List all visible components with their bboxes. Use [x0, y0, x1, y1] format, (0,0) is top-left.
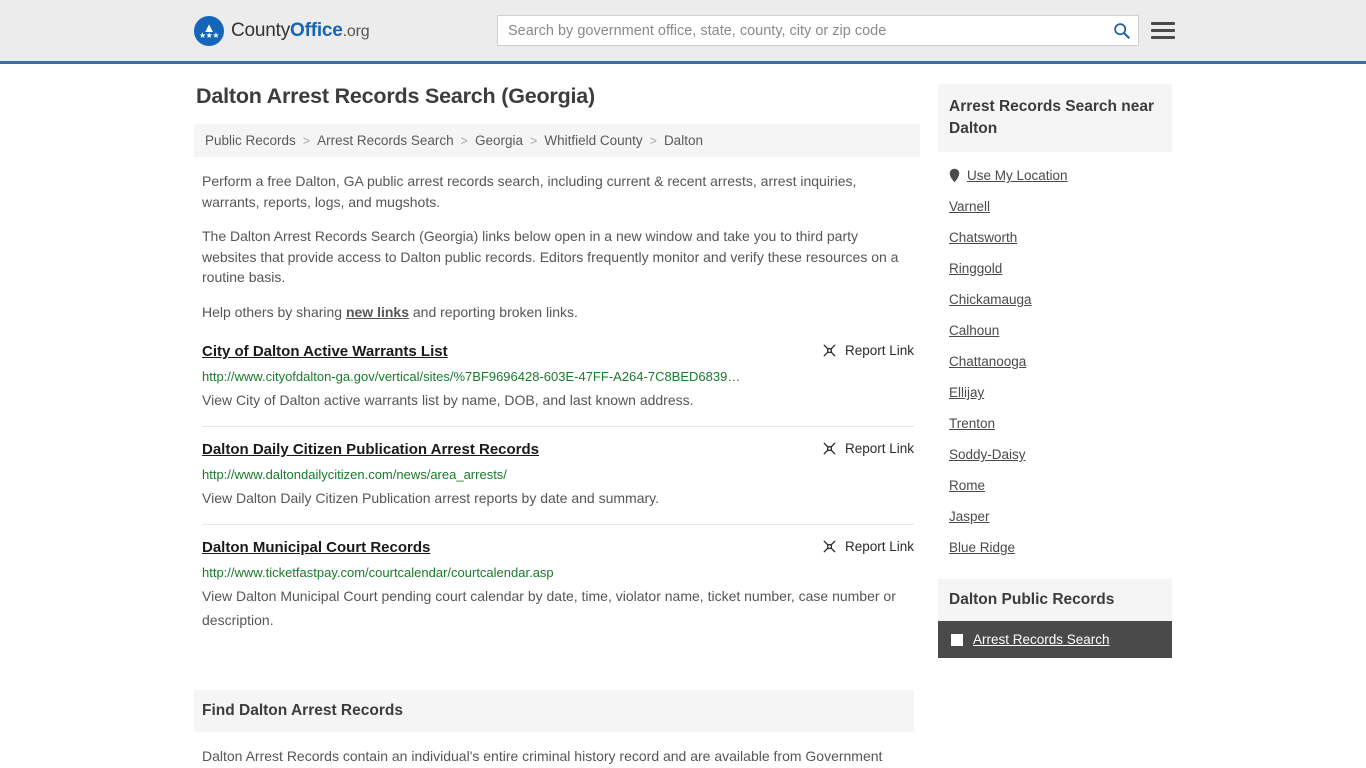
- nearby-city-item[interactable]: Ellijay: [949, 377, 1172, 408]
- sidebar-item-arrest-records-search[interactable]: Arrest Records Search: [938, 621, 1172, 658]
- result-header: Dalton Municipal Court Records Report Li…: [202, 538, 914, 558]
- breadcrumb-item-georgia[interactable]: Georgia: [472, 133, 526, 148]
- report-link-button[interactable]: Report Link: [822, 440, 914, 456]
- search-bar: [497, 15, 1139, 46]
- eagle-seal-icon: ▲ ★★★: [194, 15, 224, 46]
- nearby-city-link[interactable]: Ellijay: [949, 385, 984, 400]
- search-input[interactable]: [498, 16, 1104, 45]
- breadcrumb-separator: >: [649, 133, 657, 148]
- nearby-city-item[interactable]: Rome: [949, 470, 1172, 501]
- logo-text-part2: Office: [290, 19, 343, 41]
- site-logo[interactable]: ▲ ★★★ CountyOffice.org: [194, 15, 370, 46]
- broken-link-icon: [823, 344, 836, 357]
- result-item: Dalton Daily Citizen Publication Arrest …: [202, 426, 914, 524]
- search-icon: [1113, 23, 1130, 39]
- result-item: Dalton Municipal Court Records Report Li…: [202, 524, 914, 646]
- sidebar-public-records-heading: Dalton Public Records: [938, 579, 1172, 621]
- nearby-city-item[interactable]: Soddy-Daisy: [949, 439, 1172, 470]
- nearby-city-item[interactable]: Ringgold: [949, 253, 1172, 284]
- sidebar: Arrest Records Search near Dalton Use My…: [938, 84, 1172, 658]
- nearby-city-link[interactable]: Chattanooga: [949, 354, 1026, 369]
- result-title-link[interactable]: City of Dalton Active Warrants List: [202, 342, 448, 362]
- intro-paragraph-3: Help others by sharing new links and rep…: [202, 302, 914, 323]
- nearby-city-link[interactable]: Blue Ridge: [949, 540, 1015, 555]
- logo-text-part3: .org: [342, 22, 370, 40]
- result-header: City of Dalton Active Warrants List Repo…: [202, 342, 914, 362]
- nearby-city-link[interactable]: Varnell: [949, 199, 990, 214]
- breadcrumb-item-whitfield-county[interactable]: Whitfield County: [541, 133, 645, 148]
- nearby-city-item[interactable]: Chatsworth: [949, 222, 1172, 253]
- result-title-link[interactable]: Dalton Daily Citizen Publication Arrest …: [202, 440, 539, 460]
- sidebar-near-heading: Arrest Records Search near Dalton: [938, 84, 1172, 152]
- breadcrumb-item-public-records[interactable]: Public Records: [202, 133, 299, 148]
- nearby-city-link[interactable]: Rome: [949, 478, 985, 493]
- main-column: Dalton Arrest Records Search (Georgia) P…: [194, 84, 920, 768]
- find-records-body: Dalton Arrest Records contain an individ…: [202, 748, 883, 764]
- nearby-city-link[interactable]: Chickamauga: [949, 292, 1032, 307]
- content-container: Dalton Arrest Records Search (Georgia) P…: [194, 84, 1172, 768]
- result-description: View Dalton Daily Citizen Publication ar…: [202, 490, 660, 506]
- report-link-button[interactable]: Report Link: [822, 538, 914, 554]
- result-url: http://www.ticketfastpay.com/courtcalend…: [202, 565, 554, 580]
- intro-paragraph-1: Perform a free Dalton, GA public arrest …: [202, 173, 857, 210]
- broken-link-icon: [823, 540, 836, 553]
- result-description: View City of Dalton active warrants list…: [202, 392, 694, 408]
- intro-p3-before: Help others by sharing: [202, 303, 346, 320]
- breadcrumb-separator: >: [302, 133, 311, 148]
- nearby-city-item[interactable]: Chattanooga: [949, 346, 1172, 377]
- breadcrumb-item-dalton: Dalton: [663, 133, 703, 148]
- intro-paragraph-2: The Dalton Arrest Records Search (Georgi…: [202, 228, 899, 285]
- breadcrumb-separator: >: [460, 133, 468, 148]
- report-link-label: Report Link: [844, 343, 914, 358]
- find-records-heading: Find Dalton Arrest Records: [194, 690, 914, 732]
- report-link-label: Report Link: [844, 441, 914, 456]
- result-url: http://www.daltondailycitizen.com/news/a…: [202, 467, 507, 482]
- nearby-city-link[interactable]: Trenton: [949, 416, 995, 431]
- report-link-label: Report Link: [844, 539, 914, 554]
- nearby-city-item[interactable]: Blue Ridge: [949, 532, 1172, 563]
- sidebar-item-label[interactable]: Arrest Records Search: [973, 632, 1110, 647]
- use-my-location-link[interactable]: Use My Location: [967, 168, 1068, 183]
- nearby-city-link[interactable]: Soddy-Daisy: [949, 447, 1026, 462]
- logo-text-part1: County: [231, 19, 291, 41]
- page-title: Dalton Arrest Records Search (Georgia): [196, 84, 596, 108]
- map-pin-icon: [949, 168, 960, 183]
- intro-text: Perform a free Dalton, GA public arrest …: [194, 157, 920, 322]
- nearby-city-item[interactable]: Chickamauga: [949, 284, 1172, 315]
- nearby-city-link[interactable]: Calhoun: [949, 323, 999, 338]
- broken-link-icon: [823, 442, 836, 455]
- breadcrumb-separator: >: [530, 133, 538, 148]
- result-url: http://www.cityofdalton-ga.gov/vertical/…: [202, 369, 741, 384]
- logo-text: CountyOffice.org: [231, 19, 370, 42]
- intro-p3-after: and reporting broken links.: [409, 303, 578, 320]
- nearby-city-link[interactable]: Jasper: [949, 509, 990, 524]
- result-item: City of Dalton Active Warrants List Repo…: [202, 336, 914, 426]
- result-title-link[interactable]: Dalton Municipal Court Records: [202, 538, 430, 558]
- page-body: Dalton Arrest Records Search (Georgia) P…: [0, 64, 1366, 768]
- find-records-section: Find Dalton Arrest Records Dalton Arrest…: [194, 690, 920, 768]
- result-description: View Dalton Municipal Court pending cour…: [202, 588, 896, 628]
- result-header: Dalton Daily Citizen Publication Arrest …: [202, 440, 914, 460]
- search-button[interactable]: [1104, 16, 1138, 45]
- results-list: City of Dalton Active Warrants List Repo…: [194, 336, 920, 646]
- nearby-list: Use My Location Varnell Chatsworth Ringg…: [938, 152, 1172, 563]
- nearby-city-item[interactable]: Trenton: [949, 408, 1172, 439]
- nearby-city-link[interactable]: Chatsworth: [949, 230, 1017, 245]
- nearby-city-item[interactable]: Jasper: [949, 501, 1172, 532]
- hamburger-menu-icon[interactable]: [1151, 22, 1175, 39]
- square-bullet-icon: [951, 633, 963, 646]
- use-my-location-item[interactable]: Use My Location: [949, 160, 1172, 191]
- nearby-city-item[interactable]: Varnell: [949, 191, 1172, 222]
- nearby-city-item[interactable]: Calhoun: [949, 315, 1172, 346]
- report-link-button[interactable]: Report Link: [822, 342, 914, 358]
- new-links-link[interactable]: new links: [346, 304, 409, 320]
- breadcrumb: Public Records > Arrest Records Search >…: [194, 124, 920, 157]
- nearby-city-link[interactable]: Ringgold: [949, 261, 1002, 276]
- site-header: ▲ ★★★ CountyOffice.org: [0, 0, 1366, 64]
- breadcrumb-item-arrest-records-search[interactable]: Arrest Records Search: [314, 133, 457, 148]
